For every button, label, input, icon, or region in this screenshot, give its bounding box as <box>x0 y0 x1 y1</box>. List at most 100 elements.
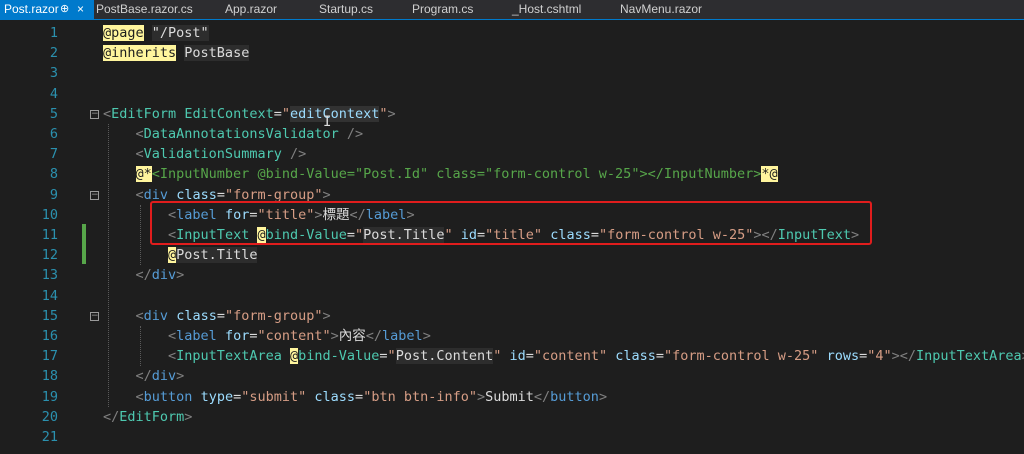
code-token: Post.Title <box>176 247 258 264</box>
code-token: = <box>859 348 868 365</box>
line-number: 1 <box>49 25 58 41</box>
tab-program-cs[interactable]: Program.cs <box>412 0 473 19</box>
code-token: > <box>330 328 339 344</box>
code-token: </ <box>533 388 551 405</box>
code-token: for <box>224 328 250 344</box>
code-line[interactable]: <EditForm EditContext="editContext"> <box>103 104 396 124</box>
code-token: </ <box>135 368 152 385</box>
code-token: id <box>509 348 526 365</box>
code-line[interactable]: <label for="content">內容</label> <box>103 326 431 346</box>
close-icon[interactable]: × <box>77 0 84 19</box>
code-token: PostBase <box>184 45 250 62</box>
code-token: > <box>476 388 486 405</box>
code-token: > <box>322 307 331 324</box>
code-token: bind-Value <box>298 348 380 365</box>
line-number: 8 <box>49 166 58 183</box>
line-number: 17 <box>41 348 58 365</box>
line-number: 11 <box>41 227 58 243</box>
line-number: 15 <box>41 307 58 324</box>
line-number: 4 <box>49 85 58 102</box>
line-number: 16 <box>41 328 58 344</box>
code-token: 內容 <box>338 328 366 344</box>
code-token: Submit <box>485 388 534 405</box>
code-token: EditForm <box>111 105 177 122</box>
line-number: 5 <box>49 105 58 122</box>
code-token: label <box>176 328 217 344</box>
pin-icon[interactable]: ⊕ <box>60 0 69 19</box>
line-number: 19 <box>41 388 58 405</box>
code-token: </ <box>365 328 383 344</box>
code-token: < <box>168 328 177 344</box>
code-token: type <box>200 388 234 405</box>
code-line[interactable]: </EditForm> <box>103 407 192 427</box>
line-number: 20 <box>41 408 58 425</box>
code-token: > <box>422 328 431 344</box>
code-line[interactable]: @*<InputNumber @bind-Value="Post.Id" cla… <box>103 164 778 184</box>
tab-label: Post.razor <box>4 2 59 16</box>
line-number: 13 <box>41 267 58 284</box>
fold-toggle-icon[interactable]: − <box>90 109 99 119</box>
code-line[interactable]: </div> <box>103 366 185 386</box>
code-token: DataAnnotationsValidator <box>143 126 339 142</box>
line-number: 7 <box>49 146 58 163</box>
code-token: /> <box>338 126 364 142</box>
code-token: class <box>314 388 356 405</box>
code-token: "/Post" <box>151 25 209 41</box>
code-line[interactable]: @page "/Post" <box>103 23 209 43</box>
line-number: 9 <box>49 186 58 203</box>
tab-navmenu-razor[interactable]: NavMenu.razor <box>620 0 702 19</box>
code-token: @inherits <box>103 45 177 62</box>
code-token: "4" <box>867 348 892 365</box>
code-token: = <box>273 105 282 122</box>
code-line[interactable]: <InputTextArea @bind-Value="Post.Content… <box>103 346 1024 366</box>
tab-host-cshtml[interactable]: _Host.cshtml <box>512 0 581 19</box>
code-token: div <box>151 267 177 284</box>
code-token: ValidationSummary <box>143 146 282 163</box>
code-token: button <box>143 388 193 405</box>
fold-toggle-icon[interactable]: − <box>90 311 99 321</box>
line-number: 21 <box>41 429 58 445</box>
code-line[interactable]: <button type="submit" class="btn btn-inf… <box>103 387 608 407</box>
fold-toggle-icon[interactable]: − <box>90 190 99 200</box>
code-token: > <box>176 267 185 284</box>
code-token: @* <box>135 166 152 183</box>
code-token: > <box>387 105 396 122</box>
code-token: editContext <box>290 105 380 122</box>
code-line[interactable]: @Post.Title <box>103 245 258 265</box>
code-line[interactable]: @inherits PostBase <box>103 43 250 63</box>
tab-post-razor[interactable]: Post.razor ⊕ × <box>0 0 94 19</box>
code-token: EditContext <box>184 105 274 122</box>
code-token: </ <box>103 408 120 425</box>
code-token: @ <box>168 247 177 264</box>
code-token: " <box>379 105 388 122</box>
code-token: = <box>655 348 664 365</box>
code-token: @page <box>103 25 144 41</box>
code-line[interactable]: <ValidationSummary /> <box>103 144 307 164</box>
tab-startup-cs[interactable]: Startup.cs <box>319 0 373 19</box>
line-number: 12 <box>41 247 58 264</box>
code-line[interactable]: <div class="form-group"> <box>103 306 331 326</box>
tab-app-razor[interactable]: App.razor <box>225 0 277 19</box>
code-token: "content" <box>257 328 331 344</box>
code-token: < <box>135 388 144 405</box>
line-number: 18 <box>41 368 58 385</box>
code-token: div <box>151 368 177 385</box>
code-token: label <box>382 328 423 344</box>
code-token: > <box>176 368 185 385</box>
line-number: 6 <box>49 126 58 142</box>
code-line[interactable]: </div> <box>103 265 185 285</box>
code-token: = <box>216 307 225 324</box>
tab-postbase-razor-cs[interactable]: PostBase.razor.cs <box>96 0 193 19</box>
code-token: "form-control w-25" <box>664 348 819 365</box>
line-number: 14 <box>41 287 58 304</box>
code-token: "form-group" <box>224 307 323 324</box>
code-token: < <box>135 307 144 324</box>
